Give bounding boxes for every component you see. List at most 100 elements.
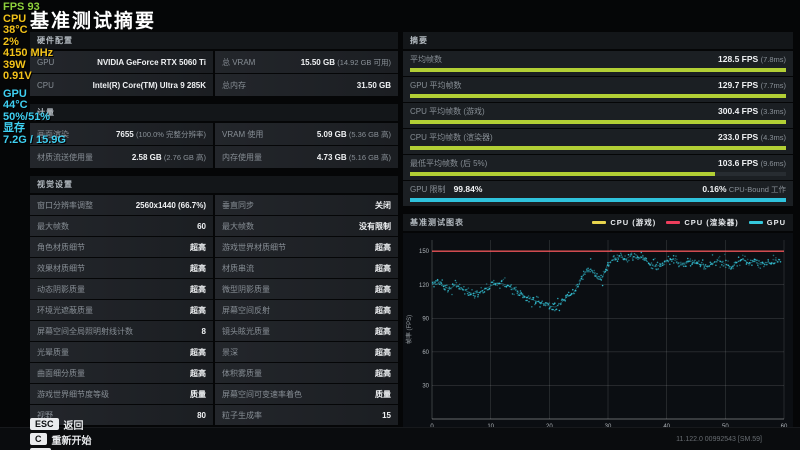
right-column: 摘要 平均帧数 128.5 FPS (7.8ms) GPU 平均帧数 129.7… (403, 32, 793, 450)
setting-value: 超高 (375, 242, 391, 253)
setting-label: 环境光遮蔽质量 (37, 305, 93, 316)
legend-item: GPU (749, 218, 786, 227)
setting-row: 屏幕空间反射 超高 (215, 300, 398, 320)
setting-row: 窗口分辨率调整 2560x1440 (66.7%) (30, 195, 213, 215)
setting-value: 超高 (375, 284, 391, 295)
setting-row: 镜头眩光质量 超高 (215, 321, 398, 341)
setting-value: 质量 (190, 389, 206, 400)
summary-label: CPU 平均帧数 (渲染器) (410, 132, 493, 143)
setting-label: 体积雾质量 (222, 368, 262, 379)
setting-value: 没有限制 (359, 221, 391, 232)
fps-value: 93 (27, 1, 39, 13)
svg-text:90: 90 (422, 316, 429, 322)
setting-value: 超高 (190, 305, 206, 316)
benchmark-chart: 0102030405060306090120150时间 (秒)帧率 (FPS) (403, 233, 793, 445)
svg-text:30: 30 (422, 383, 429, 389)
setting-label: 动态阴影质量 (37, 284, 85, 295)
setting-label: 材质串流 (222, 263, 254, 274)
key-hint[interactable]: F2 查看视频设定 (30, 447, 116, 450)
setting-label: 屏幕空间全局照明射线计数 (37, 326, 133, 337)
setting-row: 环境光遮蔽质量 超高 (30, 300, 213, 320)
svg-text:150: 150 (419, 249, 430, 255)
summary-value: 103.6 FPS (9.6ms) (718, 158, 786, 168)
fps-bar (410, 172, 715, 176)
setting-value: 超高 (375, 263, 391, 274)
setting-label: 角色材质细节 (37, 242, 85, 253)
cell-label: 总内存 (222, 80, 246, 91)
cpu-stat-line: 0.91V (3, 71, 66, 83)
setting-label: 游戏世界材质细节 (222, 242, 286, 253)
setting-label: 镜头眩光质量 (222, 326, 270, 337)
setting-value: 超高 (190, 284, 206, 295)
summary-row: 平均帧数 128.5 FPS (7.8ms) (403, 51, 793, 76)
gpu-stat-line: 44°C (3, 100, 66, 112)
legend-label: CPU (渲染器) (684, 217, 738, 228)
key-hint[interactable]: ESC 返回 (30, 417, 116, 432)
cpu-bound-value: 0.16% CPU-Bound 工作 (702, 184, 786, 195)
setting-row: 粒子生成率 15 (215, 405, 398, 425)
bottom-bar: ESC 返回 C 重新开始 F2 查看视频设定 11.122.0 0099254… (0, 427, 800, 450)
visual-settings-section: 视觉设置 窗口分辨率调整 2560x1440 (66.7%) 最大帧数 60 角… (30, 176, 398, 425)
setting-label: 垂直同步 (222, 200, 254, 211)
fps-bar-track (410, 172, 786, 176)
fps-bar (410, 146, 786, 150)
key-hint[interactable]: C 重新开始 (30, 432, 116, 447)
summary-label: CPU 平均帧数 (游戏) (410, 106, 485, 117)
summary-value: 129.7 FPS (7.7ms) (718, 80, 786, 90)
setting-row: 景深 超高 (215, 342, 398, 362)
setting-value: 超高 (375, 368, 391, 379)
setting-value: 超高 (190, 242, 206, 253)
key-chip[interactable]: ESC (30, 418, 59, 430)
cpu-stat-line: 38°C (3, 25, 66, 37)
summary-section-title: 摘要 (403, 32, 793, 49)
setting-label: 窗口分辨率调整 (37, 200, 93, 211)
svg-text:120: 120 (419, 283, 430, 289)
gpu-bound-row: GPU 限制 99.84% 0.16% CPU-Bound 工作 (403, 181, 793, 206)
setting-row: 微型阴影质量 超高 (215, 279, 398, 299)
setting-label: 屏幕空间可变速率着色 (222, 389, 302, 400)
legend-swatch (592, 221, 606, 224)
cell-label: 内存使用量 (222, 152, 262, 163)
setting-row: 角色材质细节 超高 (30, 237, 213, 257)
fps-bar-track (410, 146, 786, 150)
hardware-section: 硬件配置 GPU NVIDIA GeForce RTX 5060 Ti 总 VR… (30, 32, 398, 96)
legend-swatch (666, 221, 680, 224)
setting-value: 超高 (375, 347, 391, 358)
cell-value: 4.73 GB (5.16 GB 高) (317, 152, 391, 163)
setting-value: 质量 (375, 389, 391, 400)
svg-text:帧率 (FPS): 帧率 (FPS) (405, 315, 413, 344)
svg-text:60: 60 (422, 350, 429, 356)
fps-bar (410, 120, 786, 124)
setting-row: 效果材质细节 超高 (30, 258, 213, 278)
key-chip[interactable]: C (30, 433, 47, 445)
setting-row: 游戏世界材质细节 超高 (215, 237, 398, 257)
gpu-stat-line: 显存 (3, 123, 66, 135)
cell-value: NVIDIA GeForce RTX 5060 Ti (97, 58, 206, 67)
setting-label: 粒子生成率 (222, 410, 262, 421)
setting-value: 15 (382, 411, 391, 420)
left-column: 硬件配置 GPU NVIDIA GeForce RTX 5060 Ti 总 VR… (30, 32, 398, 433)
fps-bar-track (410, 94, 786, 98)
setting-row: 动态阴影质量 超高 (30, 279, 213, 299)
gpu-bound-label: GPU 限制 (410, 184, 446, 195)
setting-value: 超高 (190, 263, 206, 274)
setting-value: 80 (197, 411, 206, 420)
summary-row: GPU 平均帧数 129.7 FPS (7.7ms) (403, 77, 793, 102)
metrics-section-title: 计量 (30, 104, 398, 121)
key-action-label: 重新开始 (52, 432, 92, 447)
setting-label: 景深 (222, 347, 238, 358)
fps-bar-track (410, 68, 786, 72)
setting-row: 光晕质量 超高 (30, 342, 213, 362)
cell-value: 31.50 GB (357, 81, 391, 90)
setting-value: 60 (197, 222, 206, 231)
summary-value: 300.4 FPS (3.3ms) (718, 106, 786, 116)
setting-label: 微型阴影质量 (222, 284, 270, 295)
setting-value: 2560x1440 (66.7%) (136, 201, 206, 210)
setting-row: 材质串流 超高 (215, 258, 398, 278)
fps-bar (410, 94, 786, 98)
cell-label: 材质流送使用量 (37, 152, 93, 163)
setting-row: 屏幕空间全局照明射线计数 8 (30, 321, 213, 341)
metric-cell: 材质流送使用量 2.58 GB (2.76 GB 高) (30, 146, 213, 168)
metrics-section: 计量 画面渲染 7655 (100.0% 完整分辨率) VRAM 使用 5.09… (30, 104, 398, 168)
cell-value: 15.50 GB (14.92 GB 可用) (301, 57, 391, 68)
